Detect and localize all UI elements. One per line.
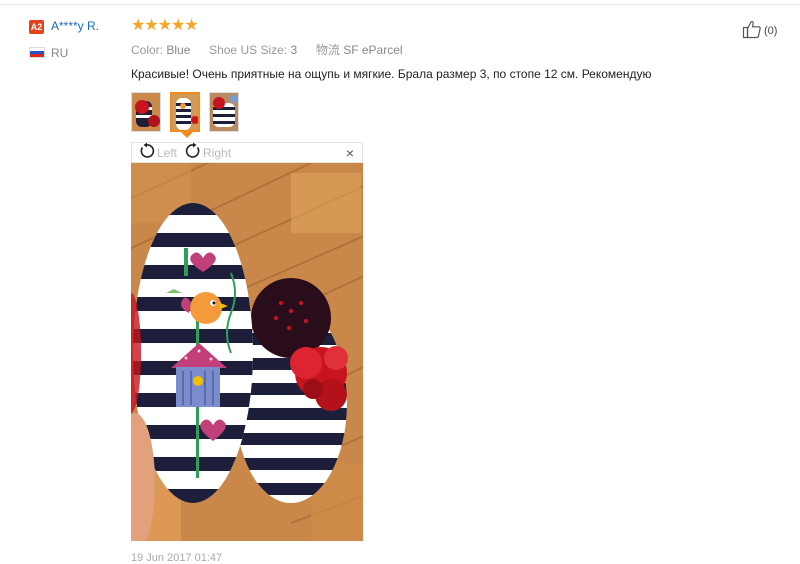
star-rating: ★★★★★ bbox=[131, 17, 199, 34]
review-photo-thumb-1[interactable] bbox=[131, 92, 161, 132]
rotate-right-icon bbox=[184, 142, 202, 163]
attr-logistics-value: SF eParcel bbox=[343, 43, 403, 57]
helpful-count: (0) bbox=[764, 24, 778, 37]
active-thumb-indicator bbox=[180, 131, 194, 138]
attr-size-label: Shoe US Size: bbox=[209, 43, 288, 57]
attr-color-value: Blue bbox=[166, 43, 191, 57]
review-photo-thumb-3[interactable] bbox=[209, 92, 239, 132]
review-photo-large bbox=[131, 163, 363, 541]
close-viewer-button[interactable]: × bbox=[346, 145, 354, 161]
helpful-button[interactable]: (0) bbox=[742, 19, 777, 42]
order-attributes: Color: Blue Shoe US Size: 3 物流 SF eParce… bbox=[131, 41, 403, 58]
thumbs-up-icon bbox=[742, 19, 762, 42]
top-divider bbox=[0, 4, 800, 5]
review-text: Красивые! Очень приятные на ощупь и мягк… bbox=[131, 67, 652, 81]
rotate-left-button[interactable]: Left bbox=[138, 142, 177, 163]
rotate-left-label: Left bbox=[157, 145, 178, 160]
photo-viewer-toolbar: Left Right × bbox=[131, 142, 363, 163]
review-photo-thumb-2[interactable] bbox=[170, 92, 200, 132]
rotate-right-label: Right bbox=[203, 145, 232, 160]
attr-color-label: Color: bbox=[131, 43, 164, 57]
review-date: 19 Jun 2017 01:47 bbox=[131, 552, 223, 564]
user-level-badge: A2 bbox=[29, 20, 44, 34]
rotate-left-icon bbox=[138, 142, 156, 163]
reviewer-name[interactable]: A****y R. bbox=[51, 19, 99, 33]
attr-size-value: 3 bbox=[290, 43, 298, 57]
rotate-right-button[interactable]: Right bbox=[184, 142, 231, 163]
russia-flag-icon bbox=[29, 47, 45, 58]
reviewer-country: RU bbox=[51, 46, 69, 60]
attr-logistics-label: 物流 bbox=[315, 43, 340, 57]
